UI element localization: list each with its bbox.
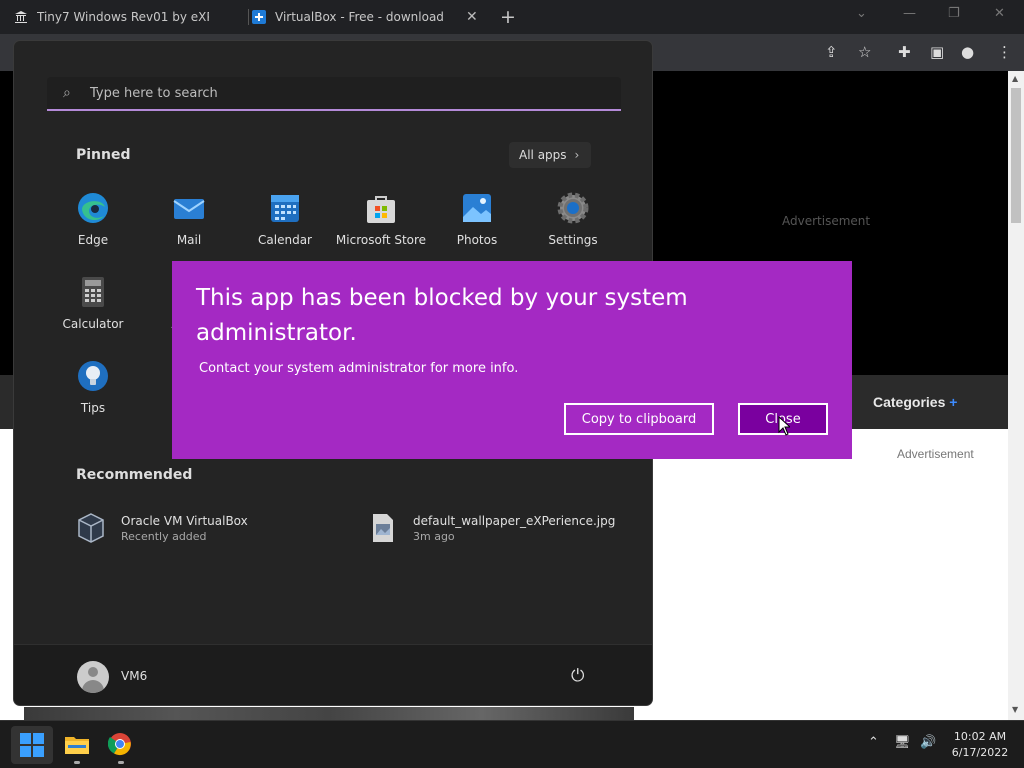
pinned-app-calendar[interactable]: Calendar [237,192,333,262]
running-indicator [118,761,124,764]
user-name[interactable]: VM6 [121,669,147,683]
pinned-heading: Pinned [76,147,131,163]
page-image-strip [24,707,634,720]
side-panel-icon[interactable]: ▣ [930,43,944,61]
image-file-icon [369,512,397,544]
avatar-body [82,680,104,693]
restore-icon[interactable]: ❐ [948,6,960,21]
pinned-app-edge[interactable]: Edge [45,192,141,262]
app-label: Edge [77,233,109,247]
scroll-down-icon[interactable]: ▼ [1012,705,1018,714]
chevron-right-icon: › [574,148,580,162]
plus-icon: + [949,394,958,410]
pinned-app-mail[interactable]: Mail [141,192,237,262]
file-explorer-icon[interactable] [64,732,90,756]
tab-search-chevron-icon[interactable]: ⌄ [856,6,867,21]
network-icon[interactable]: 🖥 [894,735,911,750]
dialog-message: Contact your system administrator for mo… [199,361,519,376]
window-close-icon[interactable]: ✕ [994,6,1005,21]
page-scrollbar[interactable]: ▲ ▼ [1008,71,1024,720]
taskbar: ⌃ 🖥 🔊 10:02 AM 6/17/2022 [0,720,1024,768]
start-button[interactable] [11,726,53,764]
pinned-app-photos[interactable]: Photos [429,192,525,262]
museum-icon [14,10,28,24]
scrollbar-thumb[interactable] [1011,88,1021,223]
clock-date: 6/17/2022 [951,746,1009,759]
pinned-app-calculator[interactable]: Calculator [45,276,141,346]
user-avatar[interactable] [77,661,109,693]
categories-label: Categories [873,394,946,410]
photos-icon [461,192,493,224]
advertisement-label: Advertisement [897,447,974,461]
store-icon [365,192,397,224]
tab-title: Tiny7 Windows Rev01 by eXPerience [37,10,209,24]
recommended-sub: 3m ago [413,530,455,543]
dialog-title: This app has been blocked by your system… [196,285,688,346]
all-apps-button[interactable]: All apps › [509,142,591,168]
recommended-name: Oracle VM VirtualBox [121,514,248,528]
pinned-app-tips[interactable]: Tips [45,360,141,430]
calculator-icon [77,276,109,308]
share-icon[interactable]: ⇪ [825,43,838,61]
calendar-icon [269,192,301,224]
app-label: Settings [548,233,598,247]
app-label: Mail [176,233,202,247]
start-menu-footer: VM6 ⏻ [14,644,652,705]
edge-icon [77,192,109,224]
running-indicator [74,761,80,764]
search-placeholder: Type here to search [90,86,218,101]
copy-to-clipboard-button[interactable]: Copy to clipboard [564,403,714,435]
menu-kebab-icon[interactable]: ⋮ [997,43,1012,61]
start-search-input[interactable]: ⌕ Type here to search [47,77,621,111]
avatar-head [88,667,98,677]
power-icon[interactable]: ⏻ [571,666,584,686]
recommended-item-wallpaper[interactable]: default_wallpaper_eXPerience.jpg 3m ago [369,512,629,552]
clock-time: 10:02 AM [953,730,1007,743]
all-apps-label: All apps [519,148,567,162]
show-hidden-icons-chevron-icon[interactable]: ⌃ [868,735,879,750]
settings-icon [557,192,589,224]
advertisement-label: Advertisement [782,214,871,228]
app-blocked-dialog: This app has been blocked by your system… [172,261,852,459]
browser-tab-tiny7[interactable]: Tiny7 Windows Rev01 by eXPerience ✕ [14,0,276,34]
tips-icon [77,360,109,392]
tab-title: VirtualBox - Free - download for Windows [275,10,447,24]
close-tab-icon[interactable]: ✕ [466,9,478,25]
recommended-heading: Recommended [76,467,193,483]
recommended-item-virtualbox[interactable]: Oracle VM VirtualBox Recently added [77,512,317,552]
plus-favicon-icon [252,10,266,24]
app-label: Microsoft Store [335,233,427,247]
profile-icon[interactable]: ● [961,43,974,61]
bookmark-star-icon[interactable]: ☆ [858,43,871,61]
mail-icon [173,192,205,224]
chrome-icon[interactable] [107,732,134,756]
pinned-app-settings[interactable]: Settings [525,192,621,262]
search-icon: ⌕ [63,85,71,101]
taskbar-clock[interactable]: 10:02 AM 6/17/2022 [950,729,1010,761]
categories-menu[interactable]: Categories + [873,394,957,410]
pinned-app-microsoft-store[interactable]: Microsoft Store [333,192,429,262]
browser-tab-virtualbox[interactable]: VirtualBox - Free - download for Windows… [248,0,494,34]
app-label: Calendar [258,233,312,247]
browser-tabstrip: Tiny7 Windows Rev01 by eXPerience ✕ Virt… [0,0,1024,34]
minimize-icon[interactable]: — [903,6,916,21]
recommended-sub: Recently added [121,530,207,543]
app-label: Tips [80,401,106,415]
new-tab-button[interactable]: + [500,6,516,28]
app-label: Calculator [62,317,124,331]
volume-icon[interactable]: 🔊 [920,735,936,750]
extensions-icon[interactable]: ✚ [898,43,911,61]
app-label: Photos [456,233,498,247]
recommended-name: default_wallpaper_eXPerience.jpg [413,514,616,528]
scroll-up-icon[interactable]: ▲ [1012,74,1018,83]
virtualbox-icon [77,512,105,544]
mouse-cursor-icon [778,416,790,436]
